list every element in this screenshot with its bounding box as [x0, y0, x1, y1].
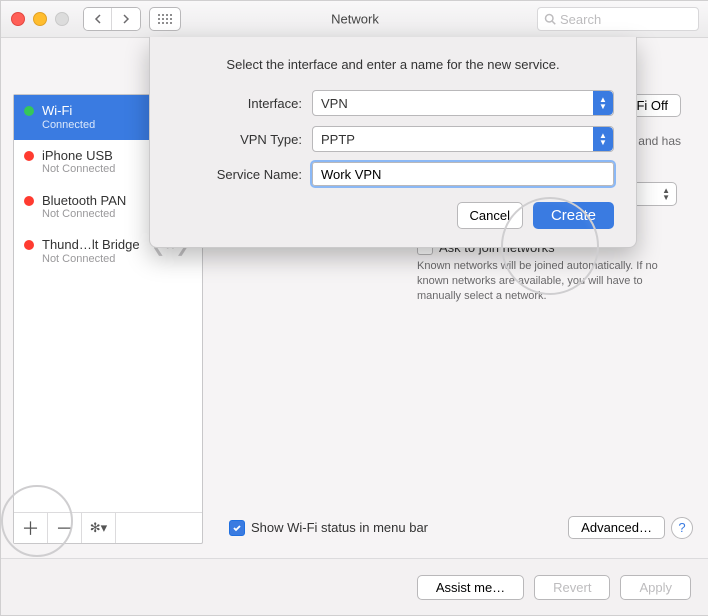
vpn-type-label: VPN Type:: [172, 132, 312, 147]
status-dot-disconnected-icon: [24, 151, 34, 161]
service-name-label: Service Name:: [172, 167, 312, 182]
status-dot-disconnected-icon: [24, 240, 34, 250]
status-dot-connected-icon: [24, 106, 34, 116]
cancel-button[interactable]: Cancel: [457, 202, 523, 229]
service-label: Thund…lt Bridge: [42, 237, 140, 253]
apply-button: Apply: [620, 575, 691, 600]
show-all-prefs-button[interactable]: [149, 7, 181, 31]
service-label: iPhone USB: [42, 148, 115, 164]
new-service-sheet: Select the interface and enter a name fo…: [149, 37, 637, 248]
ask-to-join-section: Ask to join networks Known networks will…: [417, 239, 677, 304]
search-icon: [544, 13, 556, 25]
show-wifi-status-label: Show Wi-Fi status in menu bar: [251, 520, 428, 535]
revert-button: Revert: [534, 575, 610, 600]
service-label: Wi-Fi: [42, 103, 95, 119]
assist-me-button[interactable]: Assist me…: [417, 575, 524, 600]
titlebar: Network Search: [1, 1, 708, 38]
app-grid-icon: [158, 14, 172, 24]
service-status: Not Connected: [42, 208, 126, 221]
updown-arrows-icon: ▲▼: [662, 187, 670, 201]
nav-segment: [83, 7, 141, 31]
window-controls: [11, 12, 69, 26]
remove-service-button[interactable]: －: [48, 513, 82, 543]
add-service-button[interactable]: ＋: [14, 513, 48, 543]
sheet-prompt: Select the interface and enter a name fo…: [172, 57, 614, 72]
action-strip: Assist me… Revert Apply: [1, 558, 708, 615]
interface-value: VPN: [321, 96, 348, 111]
service-label: Bluetooth PAN: [42, 193, 126, 209]
interface-label: Interface:: [172, 96, 312, 111]
service-name-input[interactable]: [312, 162, 614, 186]
forward-button[interactable]: [112, 8, 140, 30]
service-actions-menu[interactable]: ✻▾: [82, 513, 116, 543]
bottom-bar: Show Wi-Fi status in menu bar Advanced… …: [229, 516, 693, 539]
service-status: Connected: [42, 119, 95, 132]
network-preferences-window: Network Search Wi-Fi Connected i: [0, 0, 708, 616]
search-placeholder: Search: [560, 12, 601, 27]
minimize-window-button[interactable]: [33, 12, 47, 26]
select-arrows-icon: ▲▼: [593, 91, 613, 115]
create-button[interactable]: Create: [533, 202, 614, 229]
service-status: Not Connected: [42, 163, 115, 176]
checkbox-checked-icon[interactable]: [229, 520, 245, 536]
zoom-window-button: [55, 12, 69, 26]
vpn-type-select[interactable]: PPTP ▲▼: [312, 126, 614, 152]
back-button[interactable]: [84, 8, 112, 30]
sidebar-toolbar: ＋ － ✻▾: [14, 512, 202, 543]
select-arrows-icon: ▲▼: [593, 127, 613, 151]
advanced-button[interactable]: Advanced…: [568, 516, 665, 539]
window-title: Network: [331, 12, 379, 27]
close-window-button[interactable]: [11, 12, 25, 26]
status-dot-disconnected-icon: [24, 196, 34, 206]
ask-to-join-help-text: Known networks will be joined automatica…: [417, 259, 677, 304]
vpn-type-value: PPTP: [321, 132, 355, 147]
search-input[interactable]: Search: [537, 7, 699, 31]
help-button[interactable]: ?: [671, 517, 693, 539]
service-status: Not Connected: [42, 253, 140, 266]
interface-select[interactable]: VPN ▲▼: [312, 90, 614, 116]
